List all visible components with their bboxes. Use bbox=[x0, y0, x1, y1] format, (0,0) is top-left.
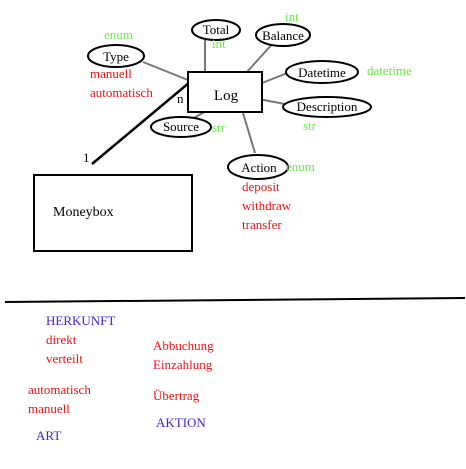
legend-herkunft: HERKUNFT direkt verteilt bbox=[46, 311, 115, 368]
legend-art-values: automatisch manuell bbox=[28, 380, 91, 418]
legend-aktion-value: Abbuchung bbox=[153, 338, 214, 353]
legend-aktion-value: Übertrag bbox=[153, 388, 200, 403]
legend-herkunft-value: verteilt bbox=[46, 351, 83, 366]
legend-art-value: automatisch bbox=[28, 382, 91, 397]
type-value: automatisch bbox=[90, 85, 153, 100]
type-value: manuell bbox=[90, 66, 132, 81]
type-enum-values: manuell automatisch bbox=[90, 64, 153, 102]
legend-art-title: ART bbox=[36, 428, 62, 443]
action-value: withdraw bbox=[242, 198, 292, 213]
legend-aktion-values: Abbuchung Einzahlung bbox=[153, 336, 214, 374]
legend-herkunft-value: direkt bbox=[46, 332, 77, 347]
action-enum-values: deposit withdraw transfer bbox=[242, 177, 291, 234]
legend-art-value: manuell bbox=[28, 401, 70, 416]
legend-herkunft-title: HERKUNFT bbox=[46, 313, 116, 328]
action-value: transfer bbox=[242, 217, 282, 232]
legend-aktion-title: AKTION bbox=[156, 415, 206, 430]
action-value: deposit bbox=[242, 179, 280, 194]
legend-aktion-value: Einzahlung bbox=[153, 357, 213, 372]
er-diagram: Log Moneybox n 1 Total Balance Type Date… bbox=[0, 0, 466, 469]
annotation-layer: manuell automatisch deposit withdraw tra… bbox=[0, 0, 466, 469]
